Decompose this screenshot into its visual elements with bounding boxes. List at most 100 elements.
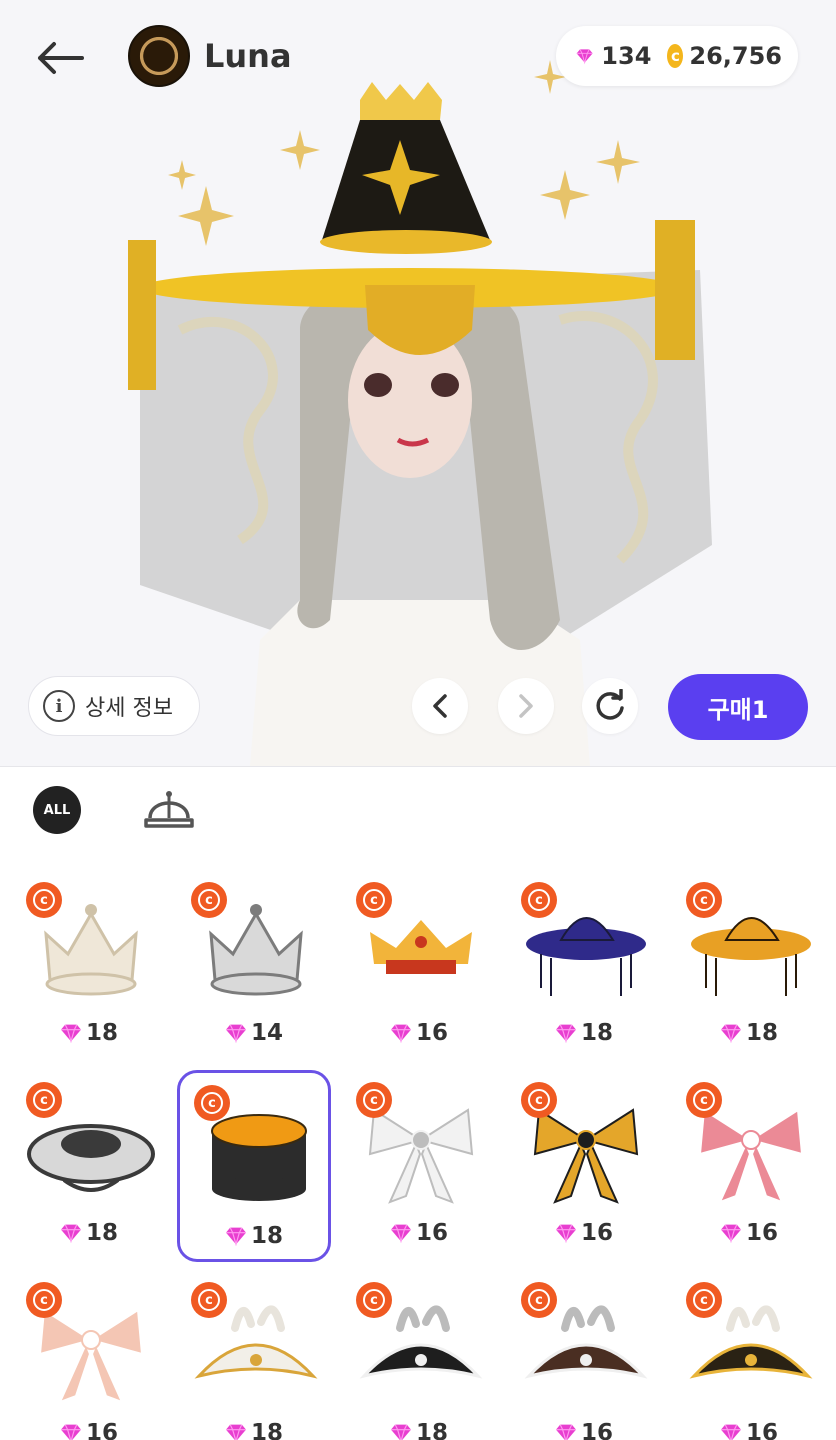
buy-button[interactable]: 구매1 (668, 674, 808, 740)
refresh-icon (596, 689, 624, 720)
prev-button[interactable] (412, 678, 468, 734)
item-price-value: 16 (580, 1220, 613, 1246)
item-price-value: 16 (415, 1220, 448, 1246)
gem-icon (555, 1024, 576, 1043)
item-price: 18 (177, 1420, 331, 1440)
item-price: 18 (12, 1020, 166, 1046)
gem-icon (225, 1227, 246, 1246)
gem-icon (576, 49, 593, 65)
info-icon: i (43, 690, 75, 722)
item-price-value: 18 (250, 1223, 283, 1249)
details-label: 상세 정보 (85, 696, 173, 721)
copyright-badge-icon: c (521, 1082, 557, 1118)
item-price: 18 (507, 1020, 661, 1046)
copyright-badge-icon: c (686, 1282, 722, 1318)
item-price: 18 (342, 1420, 496, 1440)
copyright-badge-icon: c (26, 1082, 62, 1118)
gem-icon (225, 1024, 246, 1043)
item-price-value: 16 (745, 1220, 778, 1246)
gem-icon (390, 1024, 411, 1043)
item-price: 16 (342, 1020, 496, 1046)
gem-icon (60, 1024, 81, 1043)
gem-icon (60, 1224, 81, 1243)
coin-balance: 26,756 (689, 42, 782, 70)
item-price-value: 18 (580, 1020, 613, 1046)
gem-icon (555, 1424, 576, 1440)
next-button[interactable] (498, 678, 554, 734)
item-price: 16 (507, 1420, 661, 1440)
wallet[interactable]: 134 c 26,756 (556, 26, 798, 86)
item-card-crown-pearl[interactable]: c 18 (12, 870, 166, 1062)
item-card-bow-pink[interactable]: c 16 (672, 1070, 826, 1262)
gem-icon (720, 1424, 741, 1440)
item-price-value: 18 (745, 1020, 778, 1046)
chevron-right-icon (519, 694, 533, 718)
item-price-value: 16 (580, 1420, 613, 1440)
copyright-badge-icon: c (191, 882, 227, 918)
item-card-tricorn-gold[interactable]: c 16 (672, 1270, 826, 1440)
item-price-value: 16 (85, 1420, 118, 1440)
item-price-value: 16 (745, 1420, 778, 1440)
avatar-preview-art (128, 60, 712, 766)
copyright-badge-icon: c (194, 1085, 230, 1121)
item-card-bow-gold[interactable]: c 16 (507, 1070, 661, 1262)
item-price: 18 (180, 1223, 328, 1249)
item-price: 16 (672, 1220, 826, 1246)
copyright-badge-icon: c (191, 1282, 227, 1318)
back-button[interactable] (30, 30, 90, 86)
item-card-crown-gold[interactable]: c 16 (342, 870, 496, 1062)
item-price-value: 18 (415, 1420, 448, 1440)
avatar[interactable] (128, 25, 190, 87)
item-price: 18 (12, 1220, 166, 1246)
divider (0, 766, 836, 767)
gem-icon (555, 1224, 576, 1243)
coin-icon: c (667, 44, 684, 68)
item-price: 14 (177, 1020, 331, 1046)
item-price-value: 14 (250, 1020, 283, 1046)
copyright-badge-icon: c (686, 1082, 722, 1118)
item-card-bow-peach[interactable]: c 16 (12, 1270, 166, 1440)
copyright-badge-icon: c (356, 882, 392, 918)
item-price-value: 18 (250, 1420, 283, 1440)
gem-icon (720, 1024, 741, 1043)
copyright-badge-icon: c (521, 1282, 557, 1318)
gem-icon (720, 1224, 741, 1243)
category-all[interactable]: ALL (33, 786, 81, 834)
details-button[interactable]: i 상세 정보 (28, 676, 200, 736)
item-price: 18 (672, 1020, 826, 1046)
avatar-preview: Luna 134 c 26,756 i 상세 정보 구매1 (0, 0, 836, 766)
reset-button[interactable] (582, 678, 638, 734)
item-price: 16 (12, 1420, 166, 1440)
copyright-badge-icon: c (26, 882, 62, 918)
copyright-badge-icon: c (26, 1282, 62, 1318)
item-card-hat-black-gold[interactable]: c 18 (177, 1070, 331, 1262)
gem-icon (60, 1424, 81, 1440)
gem-icon (390, 1424, 411, 1440)
copyright-badge-icon: c (356, 1282, 392, 1318)
item-card-hat-gold-tassel[interactable]: c 18 (672, 870, 826, 1062)
profile[interactable]: Luna (128, 25, 292, 87)
item-card-crown-silver[interactable]: c 14 (177, 870, 331, 1062)
item-price: 16 (672, 1420, 826, 1440)
copyright-badge-icon: c (686, 882, 722, 918)
chevron-left-icon (433, 694, 447, 718)
arrow-left-icon (38, 42, 84, 74)
item-price-value: 16 (415, 1020, 448, 1046)
item-card-bow-white[interactable]: c 16 (342, 1070, 496, 1262)
gem-balance: 134 (601, 42, 652, 70)
item-card-hat-silver-dragon[interactable]: c 18 (12, 1070, 166, 1262)
item-card-tricorn-black[interactable]: c 18 (342, 1270, 496, 1440)
username: Luna (204, 37, 292, 75)
gem-icon (225, 1424, 246, 1440)
gem-icon (390, 1224, 411, 1243)
copyright-badge-icon: c (521, 882, 557, 918)
item-card-tricorn-white[interactable]: c 18 (177, 1270, 331, 1440)
item-price-value: 18 (85, 1220, 118, 1246)
item-price-value: 18 (85, 1020, 118, 1046)
item-price: 16 (342, 1220, 496, 1246)
item-price: 16 (507, 1220, 661, 1246)
cap-icon[interactable] (142, 784, 196, 834)
item-card-hat-navy[interactable]: c 18 (507, 870, 661, 1062)
copyright-badge-icon: c (356, 1082, 392, 1118)
item-card-tricorn-brown[interactable]: c 16 (507, 1270, 661, 1440)
